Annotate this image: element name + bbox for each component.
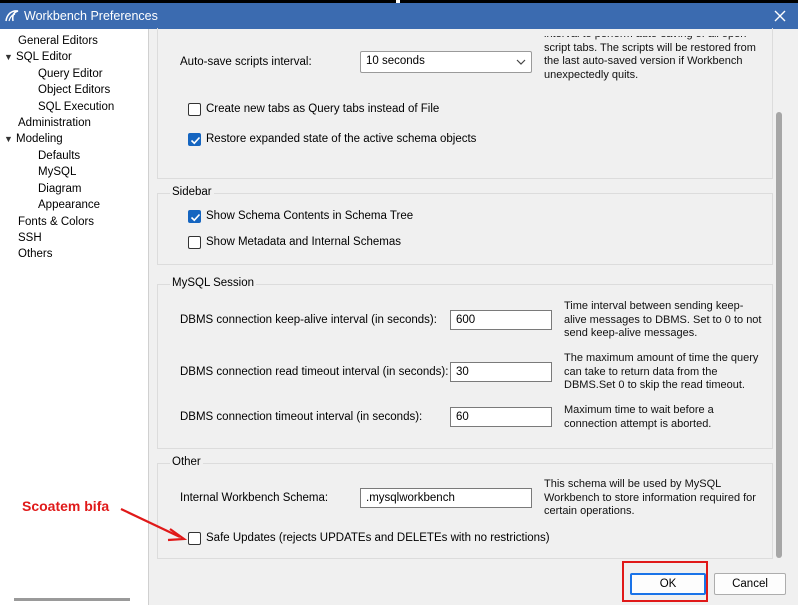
sidebar-item-general-editors[interactable]: General Editors [18,33,98,49]
sidebar-item-label: MySQL [38,166,77,178]
sidebar-item-mysql[interactable]: MySQL [38,164,76,180]
keepalive-value: 600 [456,314,476,326]
conn-timeout-value: 60 [456,411,469,423]
safe-updates-label: Safe Updates (rejects UPDATEs and DELETE… [206,532,550,544]
read-timeout-label: DBMS connection read timeout interval (i… [180,366,449,378]
sidebar-item-label: General Editors [18,35,98,47]
keepalive-input[interactable]: 600 [450,310,552,330]
sidebar-item-administration[interactable]: Administration [18,115,91,131]
sidebar-item-label: Fonts & Colors [18,216,95,228]
sidebar-group: Sidebar [157,186,773,265]
autosave-value: 10 seconds [366,55,425,67]
title-bar: Workbench Preferences [0,3,798,29]
internal-schema-input[interactable]: .mysqlworkbench [360,488,532,508]
close-icon[interactable] [770,6,790,26]
sidebar-item-sql-execution[interactable]: SQL Execution [38,99,114,115]
cancel-button-label: Cancel [732,578,768,590]
restore-state-label: Restore expanded state of the active sch… [206,133,477,145]
expand-arrow-icon[interactable]: ▼ [4,49,16,65]
sidebar-item-label: Diagram [38,183,82,195]
sidebar-item-modeling[interactable]: ▼ Modeling [4,131,63,147]
window-title: Workbench Preferences [24,9,158,23]
conn-timeout-input[interactable]: 60 [450,407,552,427]
chevron-down-icon [516,59,526,65]
keepalive-label: DBMS connection keep-alive interval (in … [180,314,437,326]
sidebar-item-appearance[interactable]: Appearance [38,197,100,213]
expand-arrow-icon[interactable]: ▼ [4,131,16,147]
other-group-title: Other [170,456,203,468]
sidebar-group-title: Sidebar [170,186,214,198]
autosave-note: interval to perform auto-saving of all o… [544,36,766,90]
show-metadata-label: Show Metadata and Internal Schemas [206,236,401,248]
sidebar-item-label: Appearance [38,199,101,211]
internal-schema-label: Internal Workbench Schema: [180,492,329,504]
sidebar-item-label: Query Editor [38,68,103,80]
sidebar-item-ssh[interactable]: SSH [18,230,42,246]
show-metadata-checkbox[interactable] [188,236,201,249]
sidebar-item-label: SQL Editor [16,51,72,63]
restore-state-checkbox[interactable] [188,133,201,146]
sidebar-item-fonts-colors[interactable]: Fonts & Colors [18,214,94,230]
show-schema-contents-checkbox[interactable] [188,210,201,223]
highlight-box-ok [622,561,708,602]
sidebar-item-label: Administration [18,117,91,129]
sidebar-item-defaults[interactable]: Defaults [38,148,80,164]
sidebar-item-label: Modeling [16,133,63,145]
sidebar-item-label: Others [18,248,53,260]
conn-timeout-label: DBMS connection timeout interval (in sec… [180,411,423,423]
internal-schema-value: .mysqlworkbench [366,492,455,504]
sidebar-item-label: SQL Execution [38,101,115,113]
autosave-label: Auto-save scripts interval: [180,56,312,68]
mysql-session-group-title: MySQL Session [170,277,257,289]
annotation-text: Scoatem bifa [22,498,110,514]
new-tabs-label: Create new tabs as Query tabs instead of… [206,103,440,115]
read-timeout-note: The maximum amount of time the query can… [564,352,759,391]
annotation-arrow-icon [120,508,188,542]
sidebar-horizontal-scrollbar[interactable] [14,598,130,601]
internal-schema-note: This schema will be used by MySQL Workbe… [544,478,756,517]
sidebar-item-label: SSH [18,232,42,244]
new-tabs-checkbox[interactable] [188,103,201,116]
workbench-dolphin-icon [5,10,19,22]
autosave-note-text: interval to perform auto-saving of all o… [544,36,756,81]
checkmark-icon [190,136,201,145]
sidebar-item-label: Object Editors [38,84,111,96]
conn-timeout-note: Maximum time to wait before a connection… [564,404,714,430]
keepalive-note: Time interval between sending keep-alive… [564,300,762,339]
read-timeout-input[interactable]: 30 [450,362,552,382]
cancel-button[interactable]: Cancel [714,573,786,595]
sidebar-item-object-editors[interactable]: Object Editors [38,82,110,98]
sidebar-item-query-editor[interactable]: Query Editor [38,66,103,82]
autosave-interval-select[interactable]: 10 seconds [360,51,532,73]
content-vertical-scrollbar[interactable] [776,112,782,558]
sidebar-item-label: Defaults [38,150,81,162]
show-schema-contents-label: Show Schema Contents in Schema Tree [206,210,414,222]
sidebar-item-others[interactable]: Others [18,246,53,262]
sidebar-item-sql-editor[interactable]: ▼ SQL Editor [4,49,72,65]
read-timeout-value: 30 [456,366,469,378]
sidebar-item-diagram[interactable]: Diagram [38,181,81,197]
checkmark-icon [190,213,201,222]
